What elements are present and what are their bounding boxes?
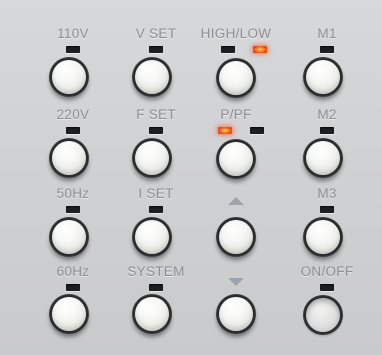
led-v-set bbox=[149, 46, 163, 53]
label-v-set: V SET bbox=[135, 26, 177, 41]
label-high-low: HIGH/LOW bbox=[200, 26, 272, 41]
label-m3: M3 bbox=[317, 186, 337, 201]
label-f-set: F SET bbox=[136, 107, 176, 122]
control-panel: 110V V SET HIGH/LOW M1 220V F SET P/PF M… bbox=[0, 0, 382, 355]
label-system: SYSTEM bbox=[127, 264, 185, 279]
m1-button[interactable] bbox=[306, 60, 340, 94]
label-m1: M1 bbox=[317, 26, 337, 41]
led-system bbox=[149, 284, 163, 291]
led-m2 bbox=[320, 127, 334, 134]
led-pf bbox=[250, 127, 264, 134]
led-110v bbox=[66, 46, 80, 53]
led-low bbox=[253, 46, 267, 53]
110v-button[interactable] bbox=[52, 60, 86, 94]
led-on-off bbox=[320, 284, 334, 291]
label-50hz: 50Hz bbox=[56, 186, 90, 201]
high-low-button[interactable] bbox=[219, 61, 253, 95]
v-set-button[interactable] bbox=[135, 60, 169, 94]
m2-button[interactable] bbox=[306, 141, 340, 175]
label-on-off: ON/OFF bbox=[300, 264, 354, 279]
60hz-button[interactable] bbox=[52, 297, 86, 331]
220v-button[interactable] bbox=[52, 141, 86, 175]
label-110v: 110V bbox=[57, 26, 89, 41]
led-60hz bbox=[66, 284, 80, 291]
led-i-set bbox=[149, 206, 163, 213]
arrow-down-icon bbox=[228, 278, 244, 286]
label-p-pf: P/PF bbox=[220, 107, 252, 122]
led-50hz bbox=[66, 206, 80, 213]
label-m2: M2 bbox=[317, 107, 337, 122]
system-button[interactable] bbox=[135, 297, 169, 331]
on-off-button[interactable] bbox=[306, 298, 340, 332]
led-p bbox=[218, 127, 232, 134]
up-button[interactable] bbox=[219, 220, 253, 254]
50hz-button[interactable] bbox=[52, 220, 86, 254]
led-m1 bbox=[320, 46, 334, 53]
label-60hz: 60Hz bbox=[56, 264, 90, 279]
led-f-set bbox=[149, 127, 163, 134]
led-220v bbox=[66, 127, 80, 134]
m3-button[interactable] bbox=[306, 220, 340, 254]
p-pf-button[interactable] bbox=[219, 142, 253, 176]
label-220v: 220V bbox=[56, 107, 90, 122]
label-i-set: I SET bbox=[138, 186, 174, 201]
down-button[interactable] bbox=[219, 297, 253, 331]
arrow-up-icon bbox=[228, 197, 244, 205]
led-m3 bbox=[320, 206, 334, 213]
f-set-button[interactable] bbox=[135, 141, 169, 175]
led-high bbox=[221, 46, 235, 53]
i-set-button[interactable] bbox=[135, 220, 169, 254]
